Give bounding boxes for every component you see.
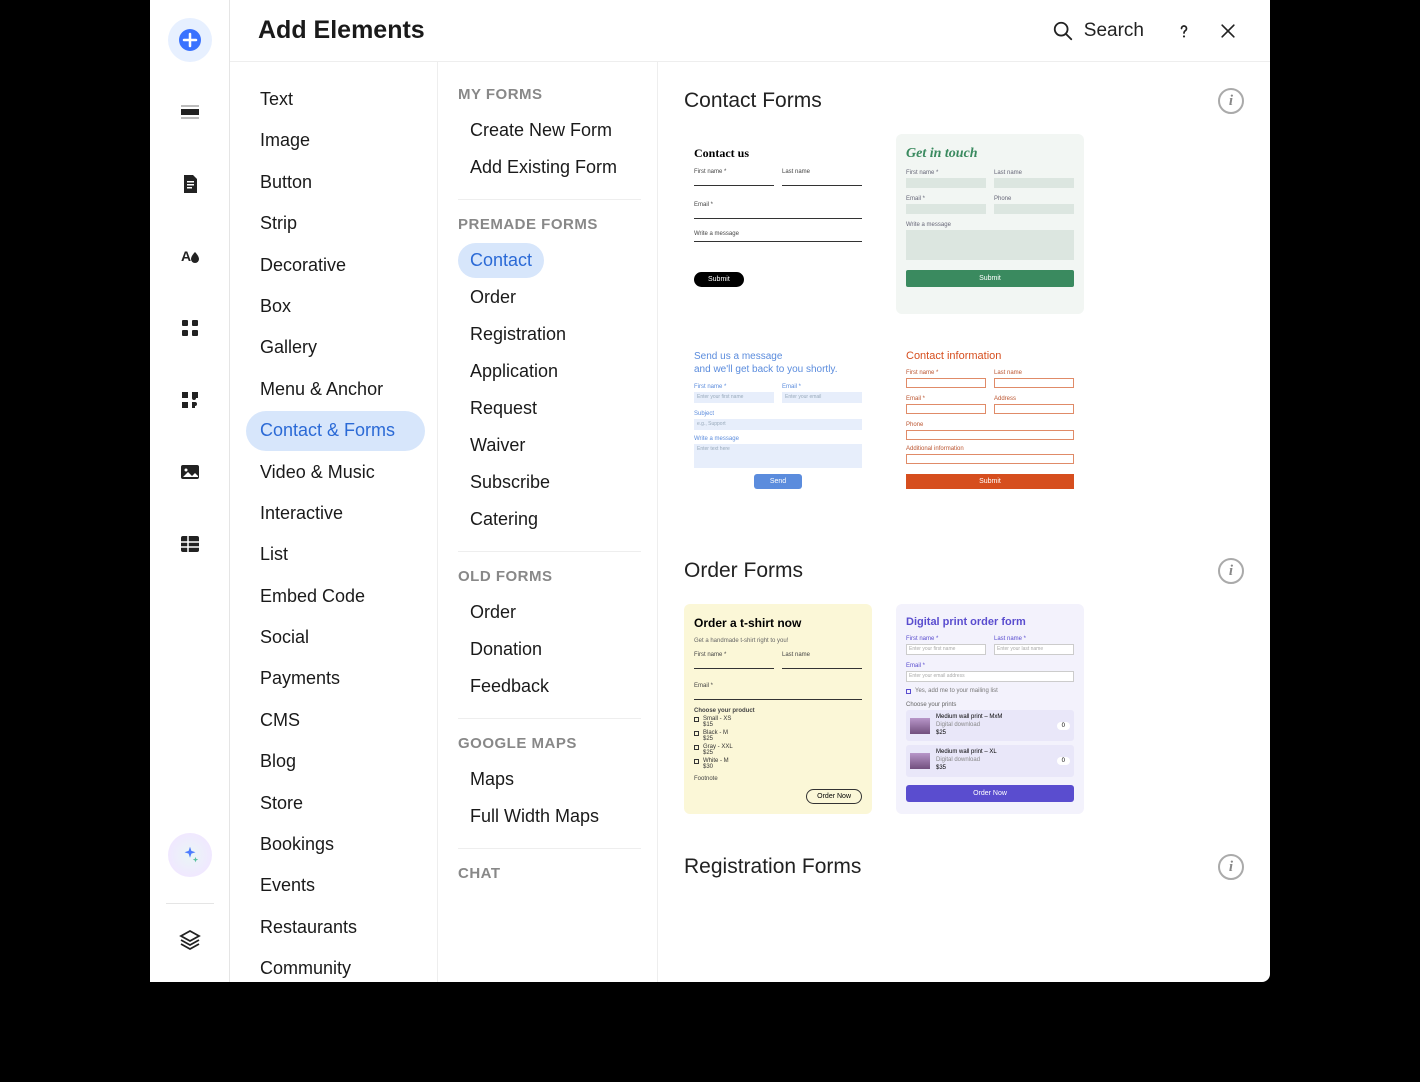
rail-design-icon[interactable]: A	[168, 234, 212, 278]
category-item[interactable]: Text	[246, 80, 425, 119]
search-label: Search	[1084, 20, 1144, 42]
rail-media-icon[interactable]	[168, 450, 212, 494]
category-item[interactable]: Button	[246, 163, 425, 202]
section-header: Registration Forms i	[684, 854, 1244, 880]
add-elements-panel: A Add Elements Search	[150, 0, 1270, 982]
search-icon	[1052, 20, 1074, 42]
search-button[interactable]: Search	[1052, 20, 1144, 42]
rail-section-icon[interactable]	[168, 90, 212, 134]
category-item[interactable]: Blog	[246, 742, 425, 781]
grid-icon	[178, 316, 202, 340]
plus-icon	[178, 28, 202, 52]
section-header: Contact Forms i	[684, 88, 1244, 114]
category-item[interactable]: Decorative	[246, 246, 425, 285]
preview-gallery: Contact Forms i Contact us First name *L…	[658, 62, 1270, 982]
group-label: CHAT	[458, 865, 649, 882]
group-label: MY FORMS	[458, 86, 649, 103]
info-button[interactable]: i	[1218, 88, 1244, 114]
form-preview[interactable]: Contact us First name *Last name Email *…	[684, 134, 872, 314]
subcategory-item[interactable]: Full Width Maps	[458, 799, 649, 834]
subcategory-item[interactable]: Add Existing Form	[458, 150, 649, 185]
category-item[interactable]: Social	[246, 618, 425, 657]
close-icon	[1218, 21, 1238, 41]
main-area: Add Elements Search TextImageButtonStrip…	[230, 0, 1270, 982]
category-list: TextImageButtonStripDecorativeBoxGallery…	[230, 62, 438, 982]
image-icon	[178, 460, 202, 484]
puzzle-icon	[178, 388, 202, 412]
add-button[interactable]	[168, 18, 212, 62]
rail-plugins-icon[interactable]	[168, 378, 212, 422]
category-item[interactable]: Interactive	[246, 494, 425, 533]
category-item[interactable]: Restaurants	[246, 908, 425, 947]
svg-text:A: A	[181, 248, 191, 264]
section-header: Order Forms i	[684, 558, 1244, 584]
layers-button[interactable]	[168, 918, 212, 962]
left-rail: A	[150, 0, 230, 982]
category-item[interactable]: Bookings	[246, 825, 425, 864]
panel-title: Add Elements	[258, 16, 425, 45]
category-item[interactable]: List	[246, 535, 425, 574]
category-item[interactable]: Box	[246, 287, 425, 326]
form-preview[interactable]: Digital print order form First name *Ent…	[896, 604, 1084, 814]
section-title: Registration Forms	[684, 855, 861, 879]
section-title: Contact Forms	[684, 89, 822, 113]
rail-data-icon[interactable]	[168, 522, 212, 566]
subcategory-item[interactable]: Registration	[458, 317, 649, 352]
category-item[interactable]: Payments	[246, 659, 425, 698]
subcategory-item[interactable]: Subscribe	[458, 465, 649, 500]
category-item[interactable]: CMS	[246, 701, 425, 740]
layers-icon	[178, 928, 202, 952]
group-label: PREMADE FORMS	[458, 216, 649, 233]
ai-button[interactable]	[168, 833, 212, 877]
help-button[interactable]	[1170, 17, 1198, 45]
panel-header: Add Elements Search	[230, 0, 1270, 62]
subcategory-item[interactable]: Maps	[458, 762, 649, 797]
close-button[interactable]	[1214, 17, 1242, 45]
category-item[interactable]: Store	[246, 784, 425, 823]
category-item[interactable]: Video & Music	[246, 453, 425, 492]
subcategory-item[interactable]: Contact	[458, 243, 544, 278]
text-drop-icon: A	[178, 244, 202, 268]
form-preview[interactable]: Get in touch First name *Last name Email…	[896, 134, 1084, 314]
info-button[interactable]: i	[1218, 558, 1244, 584]
subcategory-item[interactable]: Catering	[458, 502, 649, 537]
subcategory-item[interactable]: Donation	[458, 632, 649, 667]
group-label: GOOGLE MAPS	[458, 735, 649, 752]
category-item[interactable]: Embed Code	[246, 577, 425, 616]
help-icon	[1174, 21, 1194, 41]
section-title: Order Forms	[684, 559, 803, 583]
form-preview[interactable]: Contact information First name *Last nam…	[896, 338, 1084, 518]
page-icon	[178, 172, 202, 196]
form-preview[interactable]: Order a t-shirt now Get a handmade t-shi…	[684, 604, 872, 814]
subcategory-list: MY FORMS Create New FormAdd Existing Form…	[438, 62, 658, 982]
rail-apps-icon[interactable]	[168, 306, 212, 350]
category-item[interactable]: Strip	[246, 204, 425, 243]
info-button[interactable]: i	[1218, 854, 1244, 880]
sparkle-icon	[179, 844, 201, 866]
subcategory-item[interactable]: Request	[458, 391, 649, 426]
subcategory-item[interactable]: Order	[458, 595, 649, 630]
subcategory-item[interactable]: Waiver	[458, 428, 649, 463]
rail-page-icon[interactable]	[168, 162, 212, 206]
category-item[interactable]: Menu & Anchor	[246, 370, 425, 409]
subcategory-item[interactable]: Create New Form	[458, 113, 649, 148]
panel-body: TextImageButtonStripDecorativeBoxGallery…	[230, 62, 1270, 982]
section-icon	[178, 100, 202, 124]
category-item[interactable]: Events	[246, 866, 425, 905]
table-icon	[178, 532, 202, 556]
subcategory-item[interactable]: Order	[458, 280, 649, 315]
category-item[interactable]: Image	[246, 121, 425, 160]
form-preview[interactable]: Send us a message and we'll get back to …	[684, 338, 872, 518]
subcategory-item[interactable]: Application	[458, 354, 649, 389]
subcategory-item[interactable]: Feedback	[458, 669, 649, 704]
group-label: OLD FORMS	[458, 568, 649, 585]
category-item[interactable]: Community	[246, 949, 425, 982]
category-item[interactable]: Contact & Forms	[246, 411, 425, 450]
category-item[interactable]: Gallery	[246, 328, 425, 367]
